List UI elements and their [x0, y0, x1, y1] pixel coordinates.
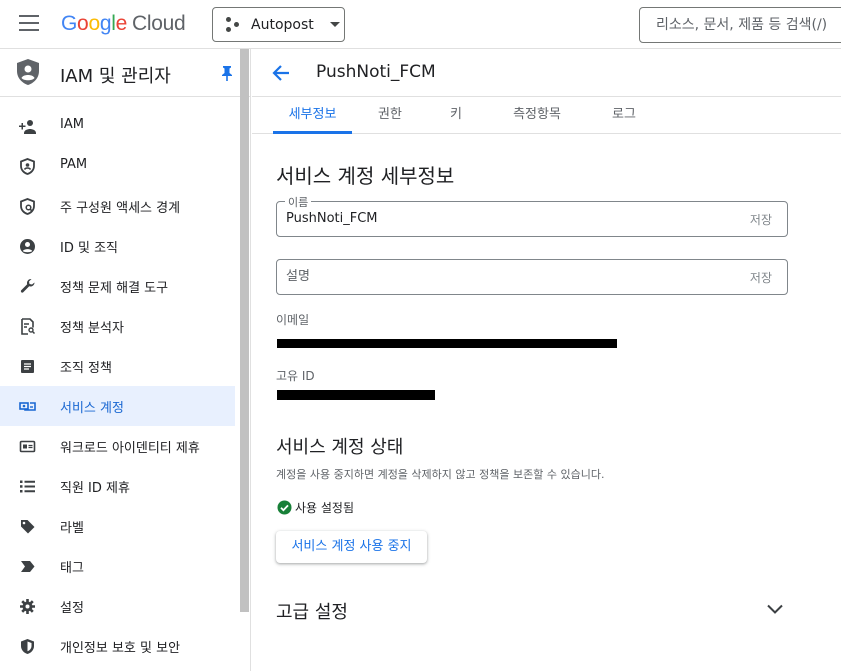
- page-title: PushNoti_FCM: [316, 62, 436, 82]
- list-alt-icon: [21, 360, 34, 373]
- project-name: Autopost: [251, 16, 314, 33]
- list-icon: [20, 480, 35, 493]
- back-arrow-icon[interactable]: [271, 63, 291, 83]
- dropdown-caret-icon: [329, 22, 340, 27]
- tab-permissions[interactable]: 권한: [370, 97, 410, 134]
- status-note: 계정을 사용 중지하면 계정을 삭제하지 않고 정책을 보존할 수 있습니다.: [276, 468, 605, 481]
- sidebar-item-tags[interactable]: 태그: [0, 546, 235, 586]
- policy-shield-icon: [20, 198, 35, 215]
- description-field[interactable]: 저장: [276, 259, 788, 295]
- unique-id-value-redacted: [277, 390, 435, 400]
- wrench-icon: [20, 278, 35, 293]
- tab-keys[interactable]: 키: [444, 97, 468, 134]
- sidebar-scrollbar[interactable]: [240, 49, 249, 612]
- sidebar-item-settings[interactable]: 설정: [0, 586, 235, 626]
- name-input[interactable]: [286, 211, 726, 226]
- document-search-icon: [21, 318, 36, 335]
- sidebar-item-policy-troubleshooter[interactable]: 정책 문제 해결 도구: [0, 266, 235, 306]
- check-circle-icon: [277, 500, 292, 515]
- sidebar-item-iam[interactable]: IAM: [0, 106, 235, 146]
- email-label: 이메일: [276, 313, 310, 327]
- security-shield-icon: [21, 639, 34, 654]
- project-picker[interactable]: Autopost: [212, 7, 345, 42]
- tab-metrics[interactable]: 측정항목: [505, 97, 569, 134]
- sidebar-item-organization-policies[interactable]: 조직 정책: [0, 346, 235, 386]
- sidebar-title: IAM 및 관리자: [60, 66, 171, 87]
- sidebar-item-identity-and-organization[interactable]: ID 및 조직: [0, 226, 235, 266]
- tab-details[interactable]: 세부정보: [273, 97, 352, 134]
- sidebar-item-workforce-identity-federation[interactable]: 직원 ID 제휴: [0, 466, 235, 506]
- search-input[interactable]: 리소스, 문서, 제품 등 검색(/): [639, 7, 841, 43]
- main-menu-icon[interactable]: [19, 15, 39, 33]
- description-save-button[interactable]: 저장: [750, 269, 772, 286]
- pin-icon[interactable]: [220, 65, 234, 81]
- gear-icon: [20, 599, 35, 614]
- project-hub-icon: [226, 16, 242, 33]
- tab-bar: 세부정보 권한 키 측정항목 로그: [252, 97, 841, 134]
- service-account-icon: [19, 402, 36, 411]
- tag-chevron-icon: [21, 561, 35, 572]
- sidebar-item-policy-analyzer[interactable]: 정책 분석자: [0, 306, 235, 346]
- sidebar-item-principal-access-boundary[interactable]: 주 구성원 액세스 경계: [0, 186, 235, 226]
- badge-icon: [19, 440, 36, 453]
- description-input[interactable]: [286, 269, 726, 284]
- sidebar-item-privacy-and-security[interactable]: 개인정보 보호 및 보안: [0, 626, 235, 666]
- label-icon: [21, 520, 35, 534]
- sidebar-item-pam[interactable]: PAM: [0, 146, 235, 186]
- disable-service-account-button[interactable]: 서비스 계정 사용 중지: [276, 531, 427, 563]
- name-field[interactable]: 이름 저장: [276, 194, 788, 237]
- name-save-button[interactable]: 저장: [750, 211, 772, 228]
- top-bar: Google Cloud Autopost 리소스, 문서, 제품 등 검색(/): [0, 0, 841, 49]
- chevron-down-icon[interactable]: [766, 603, 784, 615]
- unique-id-label: 고유 ID: [276, 369, 315, 383]
- account-circle-icon: [20, 239, 35, 254]
- tab-logs[interactable]: 로그: [605, 97, 643, 134]
- name-field-label: 이름: [285, 194, 312, 210]
- sidebar-item-labels[interactable]: 라벨: [0, 506, 235, 546]
- sidebar-header: IAM 및 관리자: [0, 49, 250, 97]
- status-indicator: 사용 설정됨: [277, 499, 354, 516]
- advanced-settings-heading[interactable]: 고급 설정: [276, 598, 348, 624]
- details-heading: 서비스 계정 세부정보: [276, 164, 455, 188]
- sidebar-item-service-accounts[interactable]: 서비스 계정: [0, 386, 235, 426]
- email-value-redacted: [277, 339, 617, 348]
- iam-shield-icon: [17, 59, 39, 85]
- status-heading: 서비스 계정 상태: [276, 437, 404, 458]
- person-add-icon: [19, 120, 36, 134]
- shield-icon: [20, 158, 35, 175]
- content-header: PushNoti_FCM: [252, 49, 841, 97]
- google-cloud-logo[interactable]: Google Cloud: [61, 12, 186, 36]
- sidebar-item-workload-identity-federation[interactable]: 워크로드 아이덴티티 제휴: [0, 426, 235, 466]
- status-value: 사용 설정됨: [295, 501, 355, 515]
